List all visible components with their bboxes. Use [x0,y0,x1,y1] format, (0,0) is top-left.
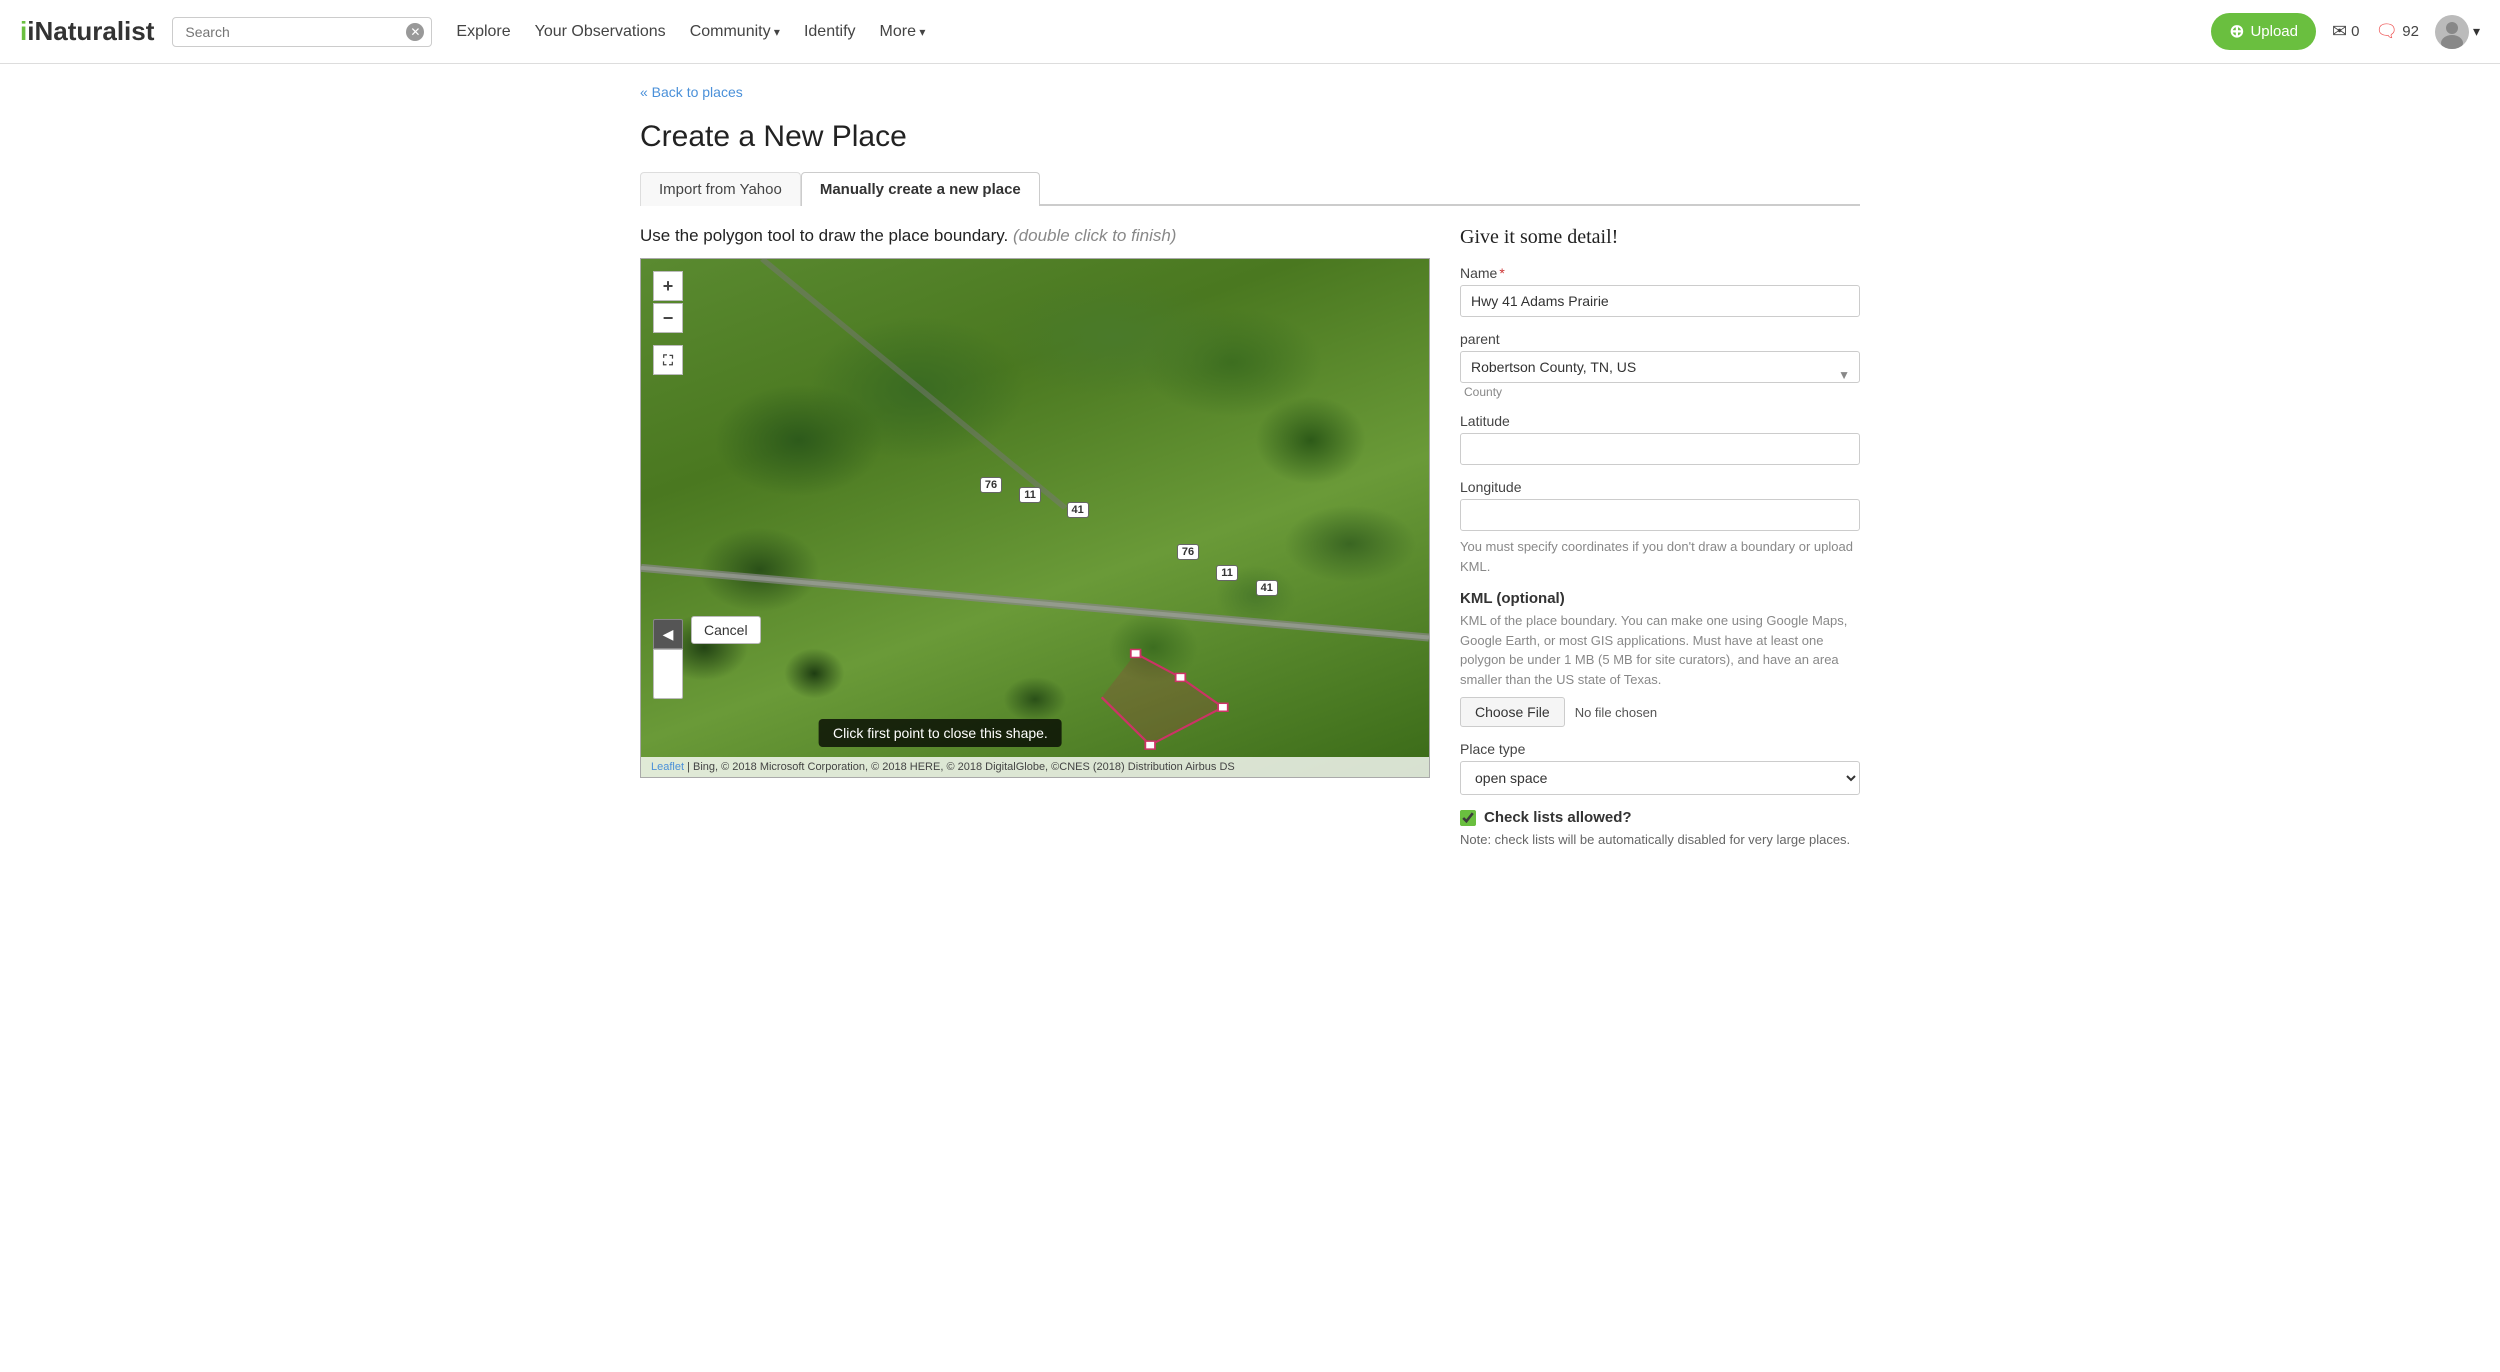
layer-toggle-slider[interactable] [653,649,683,699]
instruction-text: Use the polygon tool to draw the place b… [640,226,1430,246]
latitude-label: Latitude [1460,413,1860,429]
avatar-icon [2435,15,2469,49]
kml-label: KML (optional) [1460,590,1860,607]
check-lists-checkbox[interactable] [1460,810,1476,826]
cancel-drawing-button[interactable]: Cancel [691,616,761,644]
tab-import-yahoo[interactable]: Import from Yahoo [640,172,801,206]
parent-label: parent [1460,331,1860,347]
page-content: « Back to places Create a New Place Impo… [610,64,1890,884]
notification-icon: 🗨 [2375,21,2398,42]
search-input[interactable] [172,17,432,47]
name-field-group: Name* [1460,265,1860,317]
name-input[interactable] [1460,285,1860,317]
place-type-label: Place type [1460,741,1860,757]
zoom-in-button[interactable]: + [653,271,683,301]
attribution-text: | Bing, © 2018 Microsoft Corporation, © … [687,761,1235,773]
main-area: Use the polygon tool to draw the place b… [640,226,1860,864]
logo: iiNaturalist [20,16,154,47]
tabs-bar: Import from Yahoo Manually create a new … [640,172,1860,206]
tab-manually-create[interactable]: Manually create a new place [801,172,1040,206]
place-type-select[interactable]: open space country state county town par… [1460,761,1860,795]
nav-identify[interactable]: Identify [804,23,856,41]
no-file-chosen-text: No file chosen [1575,705,1657,720]
parent-select[interactable]: Robertson County, TN, US [1460,351,1860,383]
choose-file-button[interactable]: Choose File [1460,697,1565,727]
kml-field-group: KML (optional) KML of the place boundary… [1460,590,1860,727]
page-title: Create a New Place [640,120,1860,154]
check-lists-note: Note: check lists will be automatically … [1460,830,1860,850]
leaflet-link[interactable]: Leaflet [651,761,684,773]
check-lists-group: Check lists allowed? Note: check lists w… [1460,809,1860,850]
search-clear-button[interactable]: ✕ [406,23,424,41]
map-controls: + − ⛶ [653,271,683,375]
nav-actions: ⊕ Upload ✉ 0 🗨 92 ▾ [2211,13,2480,50]
longitude-label: Longitude [1460,479,1860,495]
user-menu-arrow: ▾ [2473,23,2480,40]
notifications-badge[interactable]: 🗨 92 [2375,21,2419,42]
place-type-field-group: Place type open space country state coun… [1460,741,1860,795]
latitude-input[interactable] [1460,433,1860,465]
nav-community[interactable]: Community [690,23,780,41]
check-lists-row: Check lists allowed? [1460,809,1860,826]
nav-more[interactable]: More [880,23,926,41]
mail-badge[interactable]: ✉ 0 [2332,21,2359,42]
name-required-star: * [1499,265,1504,281]
parent-type-label: County [1464,385,1502,399]
nav-explore[interactable]: Explore [456,23,510,41]
map-container[interactable]: 76 11 41 76 11 41 + − ⛶ ◀ [640,258,1430,778]
name-label: Name* [1460,265,1860,281]
parent-field-group: parent Robertson County, TN, US County ▼ [1460,331,1860,399]
parent-select-wrap: Robertson County, TN, US County ▼ [1460,351,1860,399]
longitude-input[interactable] [1460,499,1860,531]
form-title: Give it some detail! [1460,226,1860,249]
coords-hint-text: You must specify coordinates if you don'… [1460,537,1860,576]
fullscreen-button[interactable]: ⛶ [653,345,683,375]
upload-button[interactable]: ⊕ Upload [2211,13,2316,50]
user-avatar [2435,15,2469,49]
user-avatar-wrap[interactable]: ▾ [2435,15,2480,49]
search-wrap: ✕ [172,17,432,47]
map-attribution: Leaflet | Bing, © 2018 Microsoft Corpora… [641,757,1429,777]
map-aerial-background [641,259,1429,777]
latitude-field-group: Latitude [1460,413,1860,465]
nav-your-observations[interactable]: Your Observations [535,23,666,41]
zoom-out-button[interactable]: − [653,303,683,333]
longitude-field-group: Longitude You must specify coordinates i… [1460,479,1860,576]
kml-hint-text: KML of the place boundary. You can make … [1460,611,1860,689]
layer-buttons: ◀ [653,619,683,699]
upload-plus-icon: ⊕ [2229,21,2244,42]
layer-left-button[interactable]: ◀ [653,619,683,649]
back-to-places-link[interactable]: « Back to places [640,84,743,100]
layer-toggle: ◀ [653,619,683,699]
mail-icon: ✉ [2332,21,2347,42]
form-section: Give it some detail! Name* parent Robert… [1460,226,1860,864]
check-lists-label: Check lists allowed? [1484,809,1632,826]
navbar: iiNaturalist ✕ Explore Your Observations… [0,0,2500,64]
file-input-row: Choose File No file chosen [1460,697,1860,727]
nav-links: Explore Your Observations Community Iden… [456,23,2211,41]
map-section: Use the polygon tool to draw the place b… [640,226,1430,778]
